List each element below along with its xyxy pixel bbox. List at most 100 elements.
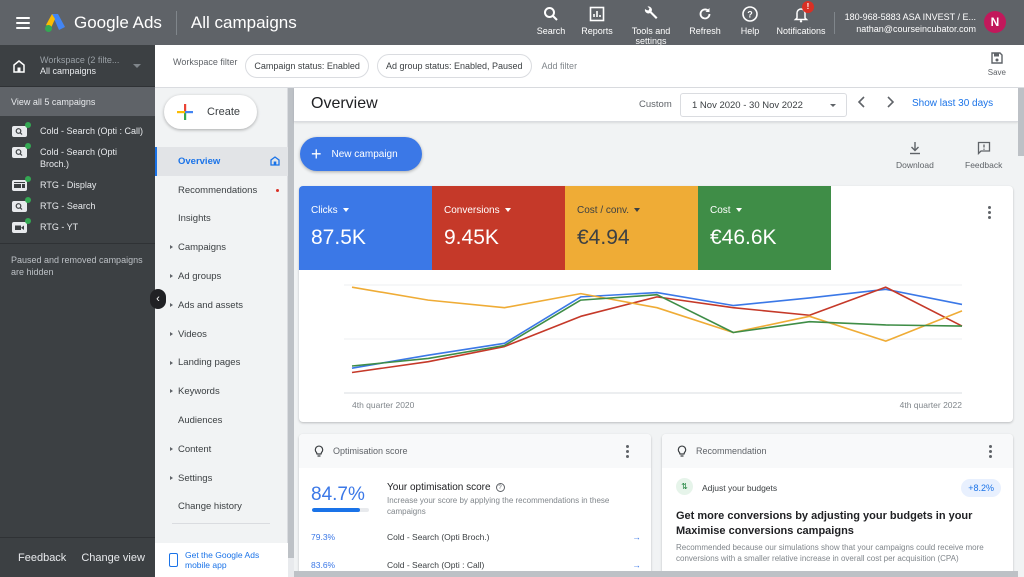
- more-options-icon[interactable]: [989, 445, 993, 458]
- nav-item-settings[interactable]: Settings: [155, 464, 288, 493]
- account-email: nathan@courseincubator.com: [856, 24, 976, 34]
- dropdown-caret-icon: [342, 208, 349, 213]
- nav-item-landing-pages[interactable]: Landing pages: [155, 349, 288, 378]
- metric-tile-cost-per-conversion[interactable]: Cost / conv. €4.94: [565, 186, 698, 270]
- menu-icon[interactable]: [16, 16, 30, 29]
- metric-tile-cost[interactable]: Cost €46.6K: [698, 186, 831, 270]
- expand-arrow-icon: [170, 475, 173, 480]
- nav-item-overview[interactable]: Overview: [155, 147, 288, 176]
- lightbulb-icon: [677, 445, 687, 457]
- recommendation-card: Recommendation ⇅ Adjust your budgets +8.…: [662, 434, 1013, 577]
- account-switcher[interactable]: 180-968-5883 ASA INVEST / E... nathan@co…: [838, 11, 976, 35]
- date-range-picker[interactable]: 1 Nov 2020 - 30 Nov 2022: [680, 93, 847, 117]
- hidden-campaigns-note: Paused and removed campaigns are hidden: [0, 243, 155, 288]
- card-title: Recommendation: [696, 446, 767, 456]
- campaign-sidebar: Workspace (2 filte... All campaigns View…: [0, 45, 155, 577]
- metric-tile-conversions[interactable]: Conversions 9.45K: [432, 186, 565, 270]
- dropdown-caret-icon: [504, 208, 511, 213]
- sidebar-footer: Feedback Change view: [0, 537, 155, 577]
- workspace-filter-label: Workspace filter: [173, 57, 238, 67]
- nav-item-ad-groups[interactable]: Ad groups: [155, 262, 288, 291]
- score-uplift-badge: +8.2%: [961, 479, 1001, 497]
- home-icon: [13, 59, 25, 73]
- nav-item-insights[interactable]: Insights: [155, 205, 288, 234]
- search-campaign-icon: [12, 122, 31, 137]
- nav-item-content[interactable]: Content: [155, 435, 288, 464]
- create-button[interactable]: Create: [164, 95, 257, 129]
- optimisation-score-value: 84.7%: [311, 484, 365, 505]
- expand-arrow-icon: [170, 331, 173, 336]
- mobile-app-link[interactable]: Get the Google Ads mobile app: [155, 543, 288, 577]
- plus-icon: [177, 104, 193, 120]
- reports-button[interactable]: Reports: [572, 0, 622, 45]
- page-nav: Create Overview Recommendations Insights Ca…: [155, 88, 288, 577]
- new-campaign-button[interactable]: + New campaign: [300, 137, 422, 171]
- save-button[interactable]: Save: [988, 51, 1006, 77]
- status-dot: [25, 176, 31, 182]
- more-options-icon[interactable]: [988, 206, 992, 219]
- line-chart: 4th quarter 2020 4th quarter 2022: [344, 284, 963, 410]
- search-campaign-icon: [12, 143, 31, 158]
- filter-chip-ad-group-status[interactable]: Ad group status: Enabled, Paused: [376, 54, 532, 78]
- change-view-link[interactable]: Change view: [81, 552, 145, 564]
- help-icon[interactable]: ?: [495, 483, 505, 492]
- metric-tile-clicks[interactable]: Clicks 87.5K: [299, 186, 432, 270]
- download-button[interactable]: Download: [896, 141, 934, 170]
- chevron-right-icon: [887, 96, 895, 108]
- campaign-item[interactable]: Cold - Search (Opti : Call): [0, 116, 155, 137]
- filter-chip-campaign-status[interactable]: Campaign status: Enabled: [245, 54, 369, 78]
- arrow-right-icon: →: [632, 560, 642, 570]
- show-last-30-days-link[interactable]: Show last 30 days: [912, 98, 993, 109]
- display-campaign-icon: [12, 176, 31, 191]
- search-campaign-icon: [12, 197, 31, 212]
- more-options-icon[interactable]: [626, 445, 630, 458]
- search-icon: [542, 5, 560, 23]
- feedback-button[interactable]: Feedback: [965, 141, 1002, 170]
- previous-period-button[interactable]: [857, 95, 867, 112]
- view-all-campaigns[interactable]: View all 5 campaigns: [0, 87, 155, 116]
- search-button[interactable]: Search: [530, 0, 572, 45]
- notifications-button[interactable]: ! Notifications: [770, 0, 832, 45]
- nav-scrollbar[interactable]: [288, 88, 294, 577]
- help-button[interactable]: ? Help: [730, 0, 770, 45]
- performance-chart-card: Clicks 87.5K Conversions 9.45K Cost / co…: [299, 186, 1013, 422]
- chevron-down-icon: [133, 63, 142, 68]
- divider: [172, 523, 270, 524]
- nav-item-recommendations[interactable]: Recommendations: [155, 176, 288, 205]
- expand-arrow-icon: [170, 389, 173, 394]
- campaign-item[interactable]: RTG - Display: [0, 170, 155, 191]
- nav-item-campaigns[interactable]: Campaigns: [155, 233, 288, 262]
- expand-arrow-icon: [170, 274, 173, 279]
- horizontal-scrollbar[interactable]: [294, 571, 1018, 577]
- card-title: Optimisation score: [333, 446, 408, 456]
- add-filter-button[interactable]: Add filter: [542, 61, 578, 71]
- divider: [834, 12, 835, 34]
- nav-item-ads-and-assets[interactable]: Ads and assets: [155, 291, 288, 320]
- feedback-link[interactable]: Feedback: [18, 552, 66, 564]
- nav-item-videos[interactable]: Videos: [155, 320, 288, 349]
- svg-text:?: ?: [747, 10, 753, 20]
- expand-arrow-icon: [170, 360, 173, 365]
- campaign-item[interactable]: RTG - Search: [0, 191, 155, 212]
- nav-item-change-history[interactable]: Change history: [155, 493, 288, 522]
- status-dot: [25, 197, 31, 203]
- nav-item-audiences[interactable]: Audiences: [155, 406, 288, 435]
- overview-header: Overview Custom 1 Nov 2020 - 30 Nov 2022…: [294, 88, 1018, 122]
- nav-item-keywords[interactable]: Keywords: [155, 377, 288, 406]
- next-period-button[interactable]: [885, 95, 895, 112]
- recommendation-title[interactable]: Get more conversions by adjusting your b…: [676, 509, 1013, 539]
- date-mode-label: Custom: [639, 99, 672, 110]
- refresh-button[interactable]: Refresh: [680, 0, 730, 45]
- tools-settings-button[interactable]: Tools and settings: [622, 0, 680, 46]
- plus-icon: +: [311, 143, 322, 164]
- main-scrollbar[interactable]: [1018, 88, 1024, 577]
- avatar[interactable]: N: [984, 11, 1006, 33]
- campaign-item[interactable]: RTG - YT: [0, 212, 155, 233]
- optimisation-campaign-row[interactable]: 79.3% Cold - Search (Opti Broch.) →: [311, 532, 641, 546]
- feedback-icon: [977, 141, 990, 155]
- account-name: 180-968-5883 ASA INVEST / E...: [844, 12, 976, 22]
- workspace-selector[interactable]: Workspace (2 filte... All campaigns: [0, 45, 155, 87]
- collapse-sidebar-button[interactable]: ‹: [150, 289, 166, 309]
- campaign-item[interactable]: Cold - Search (Opti Broch.): [0, 137, 155, 170]
- help-icon: ?: [741, 5, 759, 23]
